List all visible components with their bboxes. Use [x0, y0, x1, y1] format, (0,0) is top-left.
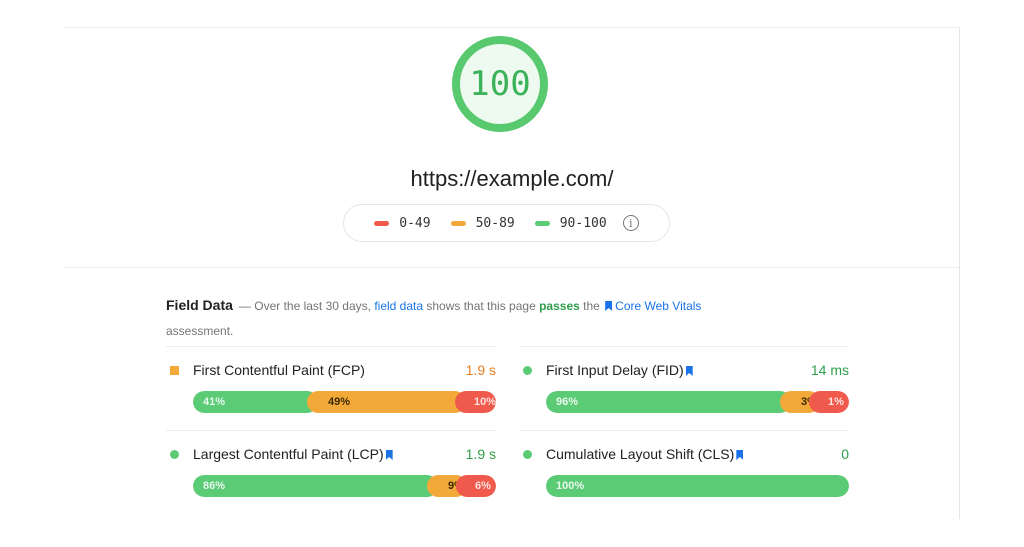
metric-name: First Input Delay (FID): [546, 362, 811, 378]
metric-name-text: Largest Contentful Paint (LCP): [193, 446, 384, 462]
metric-header: Cumulative Layout Shift (CLS) 0: [519, 444, 849, 464]
field-data-title: Field Data: [166, 297, 233, 313]
distribution-bar: 41% 49% 10%: [193, 391, 496, 413]
metric-header: Largest Contentful Paint (LCP) 1.9 s: [166, 444, 496, 464]
metric-value: 1.9 s: [465, 446, 496, 462]
metric-name: Largest Contentful Paint (LCP): [193, 446, 466, 462]
metric-divider: [166, 346, 496, 347]
field-data-link[interactable]: field data: [374, 299, 423, 313]
bookmark-icon: [605, 301, 613, 311]
metric-value: 1.9 s: [465, 362, 496, 378]
poor-segment: 10%: [455, 391, 496, 413]
metric-name-text: First Input Delay (FID): [546, 362, 684, 378]
metric-value: 14 ms: [810, 362, 849, 378]
section-divider: [64, 267, 959, 268]
good-segment: 100%: [546, 475, 849, 497]
average-square-icon: [170, 365, 179, 375]
intro-text: shows that this page: [423, 299, 540, 313]
metric-name: Cumulative Layout Shift (CLS): [546, 446, 841, 462]
legend-item-good: 90-100: [534, 215, 607, 231]
metric-value: 0: [841, 446, 849, 462]
metric-divider: [519, 346, 849, 347]
bookmark-icon: [385, 450, 393, 460]
good-circle-icon: [523, 365, 532, 375]
good-segment: 41%: [193, 391, 318, 413]
average-segment: 49%: [307, 391, 466, 413]
performance-score: 100: [469, 64, 531, 104]
core-web-vitals-link[interactable]: Core Web Vitals: [603, 299, 701, 313]
distribution-bar: 96%3%1%: [546, 391, 849, 413]
legend-label: 90-100: [559, 215, 607, 231]
metric-header: First Contentful Paint (FCP) 1.9 s: [166, 360, 496, 380]
metric-name-text: First Contentful Paint (FCP): [193, 362, 365, 378]
score-legend: 0-49 50-89 90-100 i: [343, 204, 670, 242]
legend-swatch-good: [534, 220, 550, 226]
metric-divider: [519, 430, 849, 431]
assessment-status: passes: [539, 299, 580, 313]
intro-text: — Over the last 30 days,: [238, 299, 375, 313]
metric-name-text: Cumulative Layout Shift (CLS): [546, 446, 735, 462]
metric-name: First Contentful Paint (FCP): [193, 362, 466, 378]
good-circle-icon: [170, 449, 179, 459]
performance-score-gauge: 100: [452, 36, 548, 132]
intro-text: assessment.: [166, 324, 234, 338]
poor-segment: 6%: [456, 475, 496, 497]
intro-text: the: [579, 299, 604, 313]
metric-divider: [166, 430, 496, 431]
good-circle-icon: [523, 449, 532, 459]
legend-label: 50-89: [475, 215, 515, 231]
bookmark-icon: [736, 450, 744, 460]
info-icon[interactable]: i: [622, 215, 639, 231]
bookmark-icon: [685, 366, 693, 376]
good-segment: 96%: [546, 391, 791, 413]
good-segment: 86%: [193, 475, 438, 497]
distribution-bar: 86%9%6%: [193, 475, 496, 497]
legend-item-average: 50-89: [450, 215, 515, 231]
legend-label: 0-49: [399, 215, 431, 231]
core-web-vitals-label: Core Web Vitals: [615, 299, 702, 313]
legend-item-poor: 0-49: [374, 215, 431, 231]
field-data-intro: Field Data — Over the last 30 days, field…: [166, 293, 806, 344]
legend-swatch-poor: [374, 220, 390, 226]
legend-swatch-average: [450, 220, 466, 226]
poor-segment: 1%: [809, 391, 849, 413]
tested-url: https://example.com/: [410, 166, 614, 191]
metric-header: First Input Delay (FID) 14 ms: [519, 360, 849, 380]
distribution-bar: 100%: [546, 475, 849, 497]
